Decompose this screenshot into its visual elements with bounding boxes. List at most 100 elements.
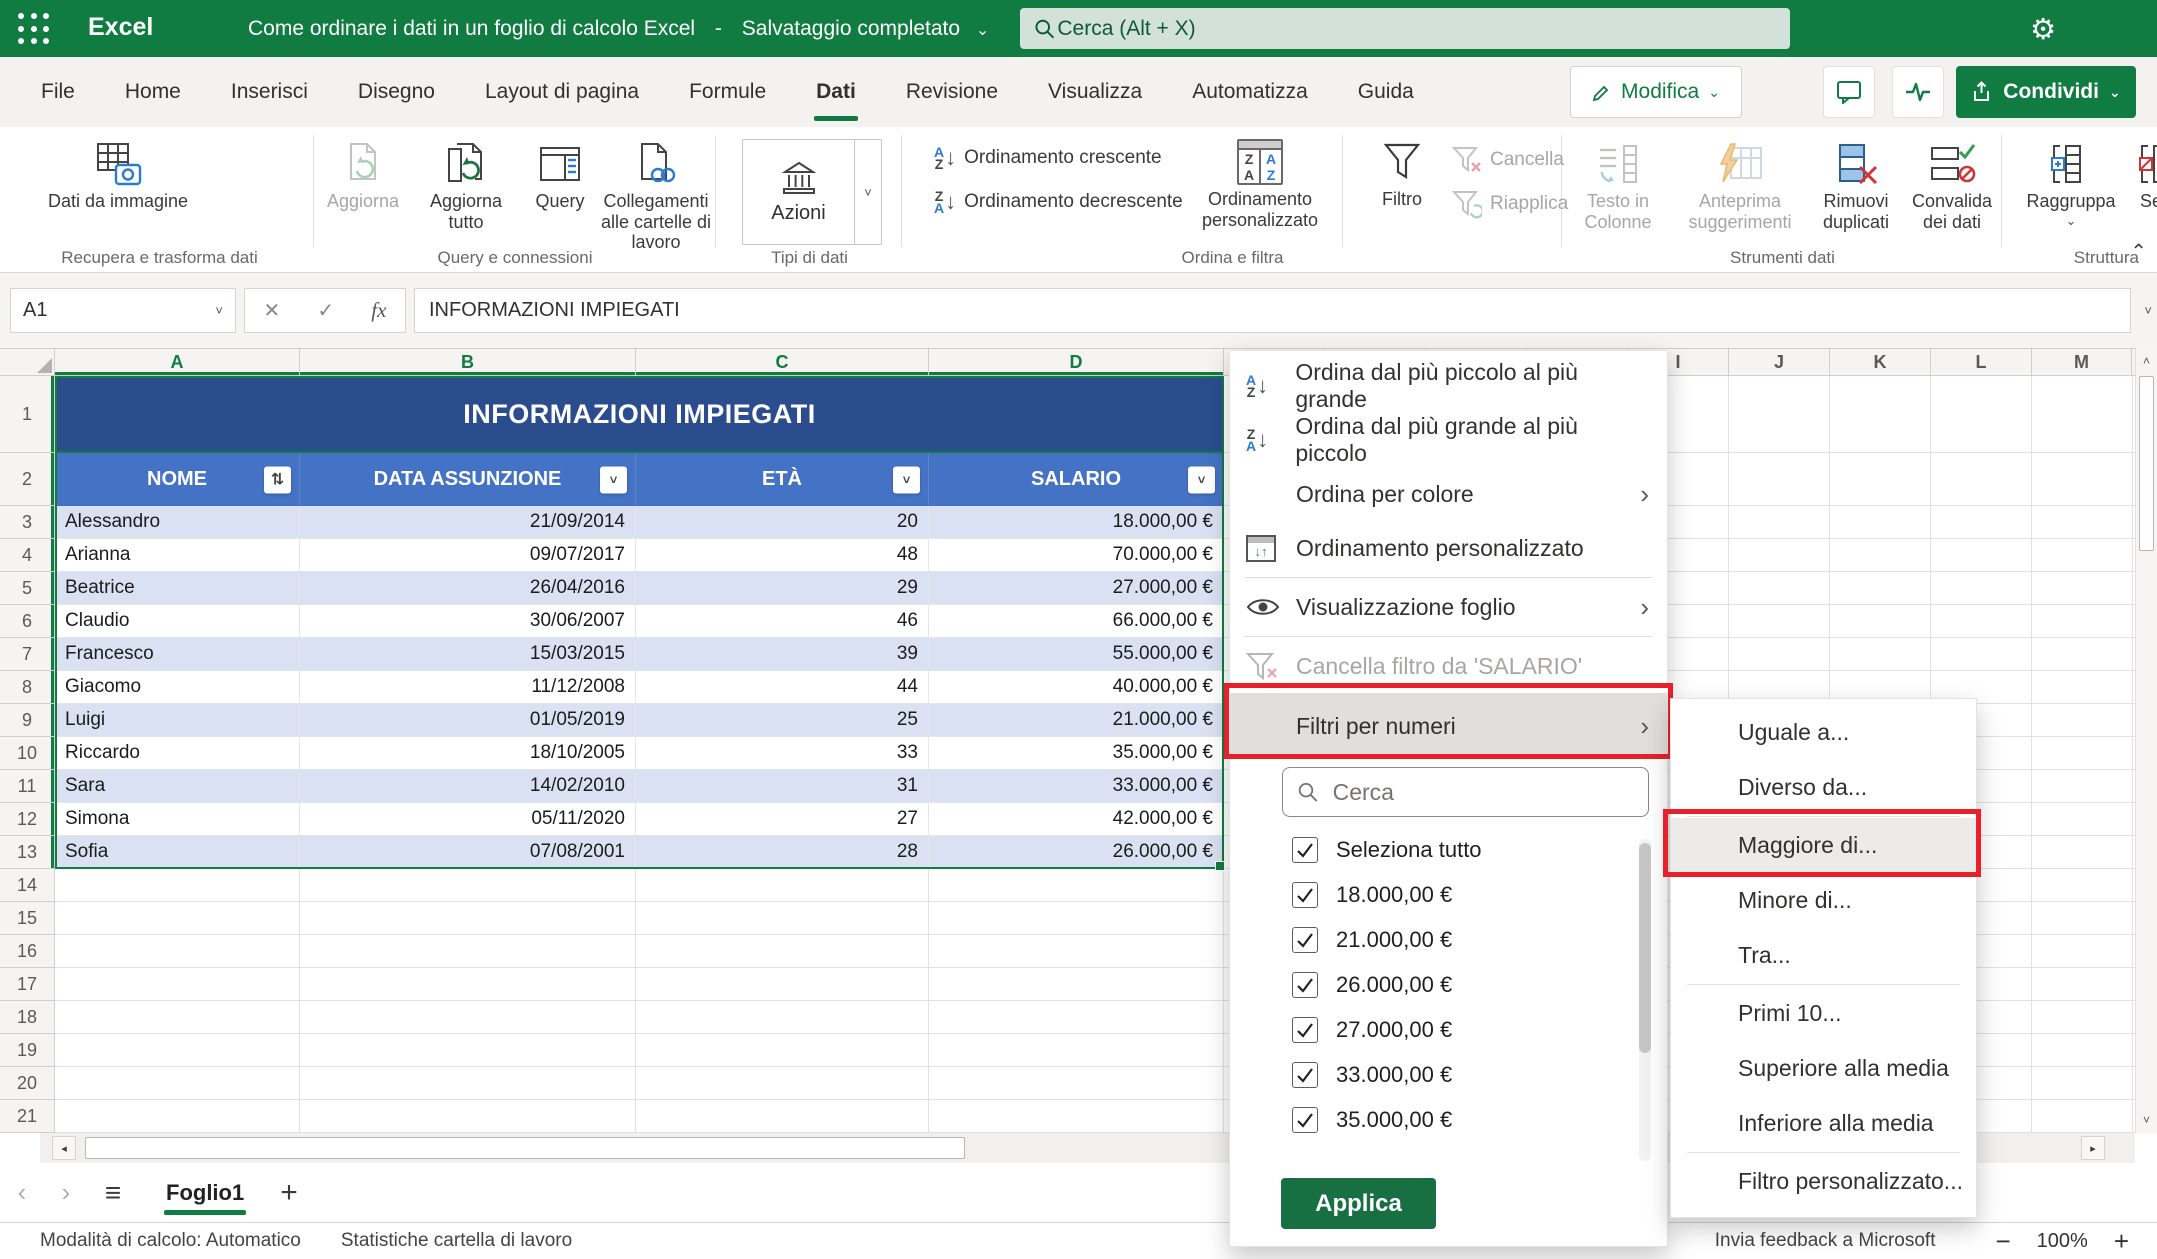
row-header[interactable]: 10 xyxy=(0,737,55,770)
cell[interactable]: 27.000,00 € xyxy=(929,572,1224,605)
cell[interactable]: 28 xyxy=(636,836,929,869)
cell[interactable]: 42.000,00 € xyxy=(929,803,1224,836)
filter-list-scrollbar[interactable] xyxy=(1639,839,1651,1161)
submenu-maggiore-di[interactable]: Maggiore di... xyxy=(1671,818,1976,873)
rimuovi-duplicati-button[interactable]: Rimuovi duplicati xyxy=(1808,137,1904,232)
checkbox-checked-icon[interactable] xyxy=(1292,882,1318,908)
search-input[interactable] xyxy=(1055,16,1776,42)
cell[interactable]: 26/04/2016 xyxy=(300,572,636,605)
row-header[interactable]: 17 xyxy=(0,968,55,1001)
menu-sort-descending[interactable]: ZA↓ Ordina dal più grande al più piccolo xyxy=(1230,413,1667,467)
row-header[interactable]: 4 xyxy=(0,539,55,572)
filter-checkbox-value[interactable]: 27.000,00 € xyxy=(1230,1007,1667,1052)
filtro-button[interactable]: Filtro xyxy=(1356,135,1448,210)
filter-button-data-assunzione[interactable]: ˅ xyxy=(600,466,627,493)
tab-guida[interactable]: Guida xyxy=(1333,57,1439,127)
submenu-superiore-media[interactable]: Superiore alla media xyxy=(1671,1041,1976,1096)
zoom-level[interactable]: 100% xyxy=(2037,1230,2088,1253)
search-bar[interactable] xyxy=(1020,8,1790,49)
tab-dati[interactable]: Dati xyxy=(791,57,881,127)
cell[interactable]: 21.000,00 € xyxy=(929,704,1224,737)
tab-formule[interactable]: Formule xyxy=(664,57,791,127)
cell[interactable]: 26.000,00 € xyxy=(929,836,1224,869)
cell[interactable]: 70.000,00 € xyxy=(929,539,1224,572)
aggiorna-button[interactable]: Aggiorna xyxy=(316,137,410,212)
cell[interactable]: 27 xyxy=(636,803,929,836)
sheet-tab-foglio1[interactable]: Foglio1 xyxy=(152,1163,258,1222)
cell[interactable]: 21/09/2014 xyxy=(300,506,636,539)
cell[interactable]: Luigi xyxy=(55,704,300,737)
row-header[interactable]: 21 xyxy=(0,1100,55,1133)
checkbox-checked-icon[interactable] xyxy=(1292,1107,1318,1133)
cell[interactable]: 14/02/2010 xyxy=(300,770,636,803)
cell[interactable]: Sofia xyxy=(55,836,300,869)
cell[interactable]: Alessandro xyxy=(55,506,300,539)
filter-checkbox-value[interactable]: 18.000,00 € xyxy=(1230,872,1667,917)
next-sheet-arrow[interactable]: › xyxy=(44,1177,88,1208)
checkbox-checked-icon[interactable] xyxy=(1292,837,1318,863)
tab-revisione[interactable]: Revisione xyxy=(881,57,1023,127)
menu-sort-by-color[interactable]: Ordina per colore › xyxy=(1230,467,1667,521)
menu-number-filters[interactable]: Filtri per numeri › xyxy=(1230,693,1667,759)
submenu-diverso-da[interactable]: Diverso da... xyxy=(1671,760,1976,815)
filter-button-salario[interactable]: ˅ xyxy=(1188,466,1215,493)
submenu-filtro-personalizzato[interactable]: Filtro personalizzato... xyxy=(1671,1154,1976,1209)
cell[interactable]: 05/11/2020 xyxy=(300,803,636,836)
column-header-b[interactable]: B xyxy=(300,349,636,375)
share-button[interactable]: Condividi ⌄ xyxy=(1956,66,2136,118)
filter-checkbox-select-all[interactable]: Seleziona tutto xyxy=(1230,827,1667,872)
row-header[interactable]: 7 xyxy=(0,638,55,671)
scroll-down-arrow[interactable]: ˅ xyxy=(2136,1113,2157,1127)
cell[interactable]: Arianna xyxy=(55,539,300,572)
zoom-out-button[interactable]: − xyxy=(1995,1226,2010,1257)
anteprima-suggerimenti-button[interactable]: Anteprima suggerimenti xyxy=(1672,137,1808,232)
chevron-down-icon[interactable]: ⌄ xyxy=(976,22,989,39)
row-header[interactable]: 5 xyxy=(0,572,55,605)
header-nome[interactable]: NOME ⇅ xyxy=(55,453,300,506)
ordinamento-decrescente-button[interactable]: ZA↓ Ordinamento decrescente xyxy=(934,189,1183,215)
row-header[interactable]: 15 xyxy=(0,902,55,935)
feedback-link[interactable]: Invia feedback a Microsoft xyxy=(1715,1230,1936,1252)
riapplica-filtro-button[interactable]: Riapplica xyxy=(1452,189,1568,219)
add-sheet-button[interactable]: + xyxy=(280,1176,298,1210)
row-header[interactable]: 11 xyxy=(0,770,55,803)
filter-checkbox-value[interactable]: 26.000,00 € xyxy=(1230,962,1667,1007)
menu-sort-ascending[interactable]: AZ↓ Ordina dal più piccolo al più grande xyxy=(1230,359,1667,413)
activity-button[interactable] xyxy=(1892,66,1944,118)
apply-filter-button[interactable]: Applica xyxy=(1281,1178,1436,1229)
scroll-right-arrow[interactable]: ▸ xyxy=(2081,1136,2105,1160)
prev-sheet-arrow[interactable]: ‹ xyxy=(0,1177,44,1208)
row-header[interactable]: 3 xyxy=(0,506,55,539)
filter-checkbox-value[interactable]: 21.000,00 € xyxy=(1230,917,1667,962)
row-header[interactable]: 8 xyxy=(0,671,55,704)
collapse-ribbon-chevron[interactable]: ⌃ xyxy=(2130,239,2147,264)
cell[interactable]: 18.000,00 € xyxy=(929,506,1224,539)
aggiorna-tutto-button[interactable]: Aggiorna tutto xyxy=(410,137,522,232)
expand-formula-bar-icon[interactable]: ˅ xyxy=(2144,303,2152,318)
column-header-j[interactable]: J xyxy=(1729,349,1830,375)
filter-sort-button-nome[interactable]: ⇅ xyxy=(264,466,291,493)
cancel-entry-icon[interactable]: ✕ xyxy=(264,298,281,323)
tab-file[interactable]: File xyxy=(16,57,100,127)
mode-switch-button[interactable]: Modifica ⌄ xyxy=(1570,66,1742,118)
filter-checkbox-value[interactable]: 35.000,00 € xyxy=(1230,1097,1667,1142)
tab-disegno[interactable]: Disegno xyxy=(333,57,460,127)
row-header[interactable]: 14 xyxy=(0,869,55,902)
collegamenti-cartelle-button[interactable]: Collegamenti alle cartelle di lavoro xyxy=(598,137,714,253)
checkbox-checked-icon[interactable] xyxy=(1292,1017,1318,1043)
app-launcher-icon[interactable] xyxy=(16,11,52,47)
column-header-m[interactable]: M xyxy=(2032,349,2132,375)
azioni-dropdown[interactable]: Azioni ˅ xyxy=(742,139,882,245)
row-header[interactable]: 20 xyxy=(0,1067,55,1100)
cell[interactable]: 01/05/2019 xyxy=(300,704,636,737)
row-header[interactable]: 1 xyxy=(0,376,55,453)
row-header[interactable]: 9 xyxy=(0,704,55,737)
column-header-l[interactable]: L xyxy=(1931,349,2032,375)
cell[interactable]: 55.000,00 € xyxy=(929,638,1224,671)
cell[interactable]: 29 xyxy=(636,572,929,605)
cancella-filtro-button[interactable]: Cancella xyxy=(1452,145,1564,175)
filter-search-box[interactable] xyxy=(1282,767,1649,817)
cell[interactable]: Beatrice xyxy=(55,572,300,605)
confirm-entry-icon[interactable]: ✓ xyxy=(317,298,334,323)
row-header[interactable]: 6 xyxy=(0,605,55,638)
